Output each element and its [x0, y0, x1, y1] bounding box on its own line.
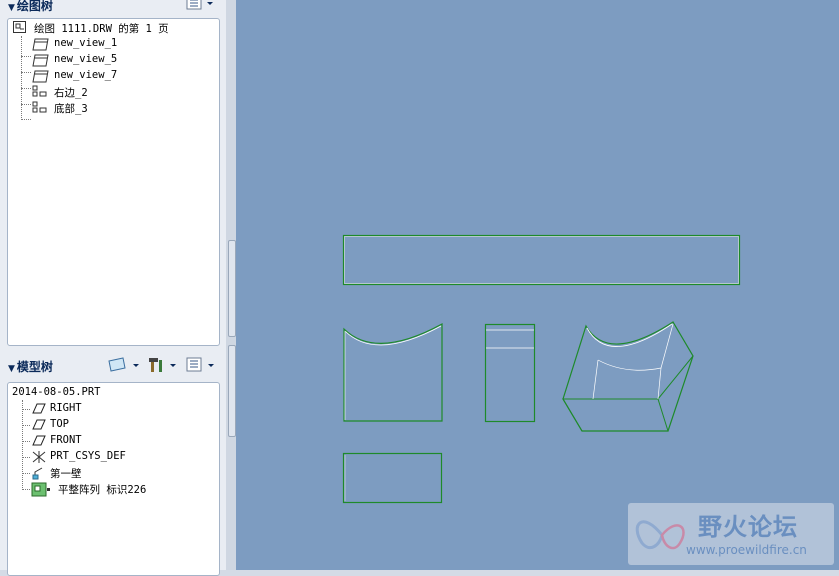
- csys-icon: [31, 450, 46, 463]
- butterfly-logo-icon: [635, 520, 685, 550]
- collapse-triangle-icon[interactable]: ▼: [8, 3, 15, 13]
- watermark: 野火论坛 www.proewildfire.cn: [628, 503, 834, 565]
- view-front[interactable]: [343, 322, 443, 422]
- datum-plane-icon: [32, 402, 46, 415]
- view-icon: [32, 37, 50, 51]
- model-tree-title[interactable]: ▼ 模型树: [8, 358, 53, 375]
- pattern-icon: [31, 482, 51, 497]
- display-button[interactable]: [107, 357, 141, 373]
- list-settings-icon: [186, 0, 213, 10]
- drawing-tree-header: ▼ 绘图树: [0, 0, 226, 16]
- table-icon: [32, 85, 47, 98]
- model-tree-header: ▼ 模型树: [0, 355, 226, 377]
- graphics-canvas[interactable]: [236, 0, 839, 570]
- list-settings-icon: [186, 357, 214, 372]
- drawing-tree[interactable]: 绘图 1111.DRW 的第 1 页 new_view_1 new_view_5…: [7, 18, 220, 346]
- datum-plane-icon: [32, 418, 46, 431]
- display-cube-icon: [108, 357, 139, 372]
- view-top[interactable]: [342, 234, 741, 286]
- view-icon: [32, 53, 50, 67]
- model-tree[interactable]: 2014-08-05.PRT RIGHT TOP FRONT PRT_CSYS_…: [7, 382, 220, 576]
- tools-icon: [149, 358, 176, 372]
- drawing-tree-title[interactable]: ▼ 绘图树: [8, 0, 53, 14]
- table-icon: [32, 101, 47, 114]
- splitter-grip-top[interactable]: [228, 240, 236, 337]
- datum-plane-icon: [32, 434, 46, 447]
- sheet-icon: [13, 21, 27, 34]
- view-isometric[interactable]: [562, 321, 694, 432]
- watermark-title: 野火论坛: [698, 513, 798, 541]
- model-tree-settings-button[interactable]: [186, 357, 218, 373]
- wall-icon: [32, 466, 46, 480]
- tools-button[interactable]: [148, 356, 180, 372]
- view-icon: [32, 69, 50, 83]
- view-side[interactable]: [484, 323, 536, 423]
- drawing-views: [342, 234, 741, 504]
- left-panel: ▼ 绘图树 绘图 1111.DRW 的第 1 页 new_view_1 new_…: [0, 0, 226, 576]
- splitter-grip-bottom[interactable]: [228, 345, 236, 437]
- collapse-triangle-icon[interactable]: ▼: [8, 364, 15, 374]
- view-bottom[interactable]: [342, 452, 443, 504]
- drawing-tree-settings-button[interactable]: [186, 0, 216, 12]
- watermark-url: www.proewildfire.cn: [686, 543, 807, 557]
